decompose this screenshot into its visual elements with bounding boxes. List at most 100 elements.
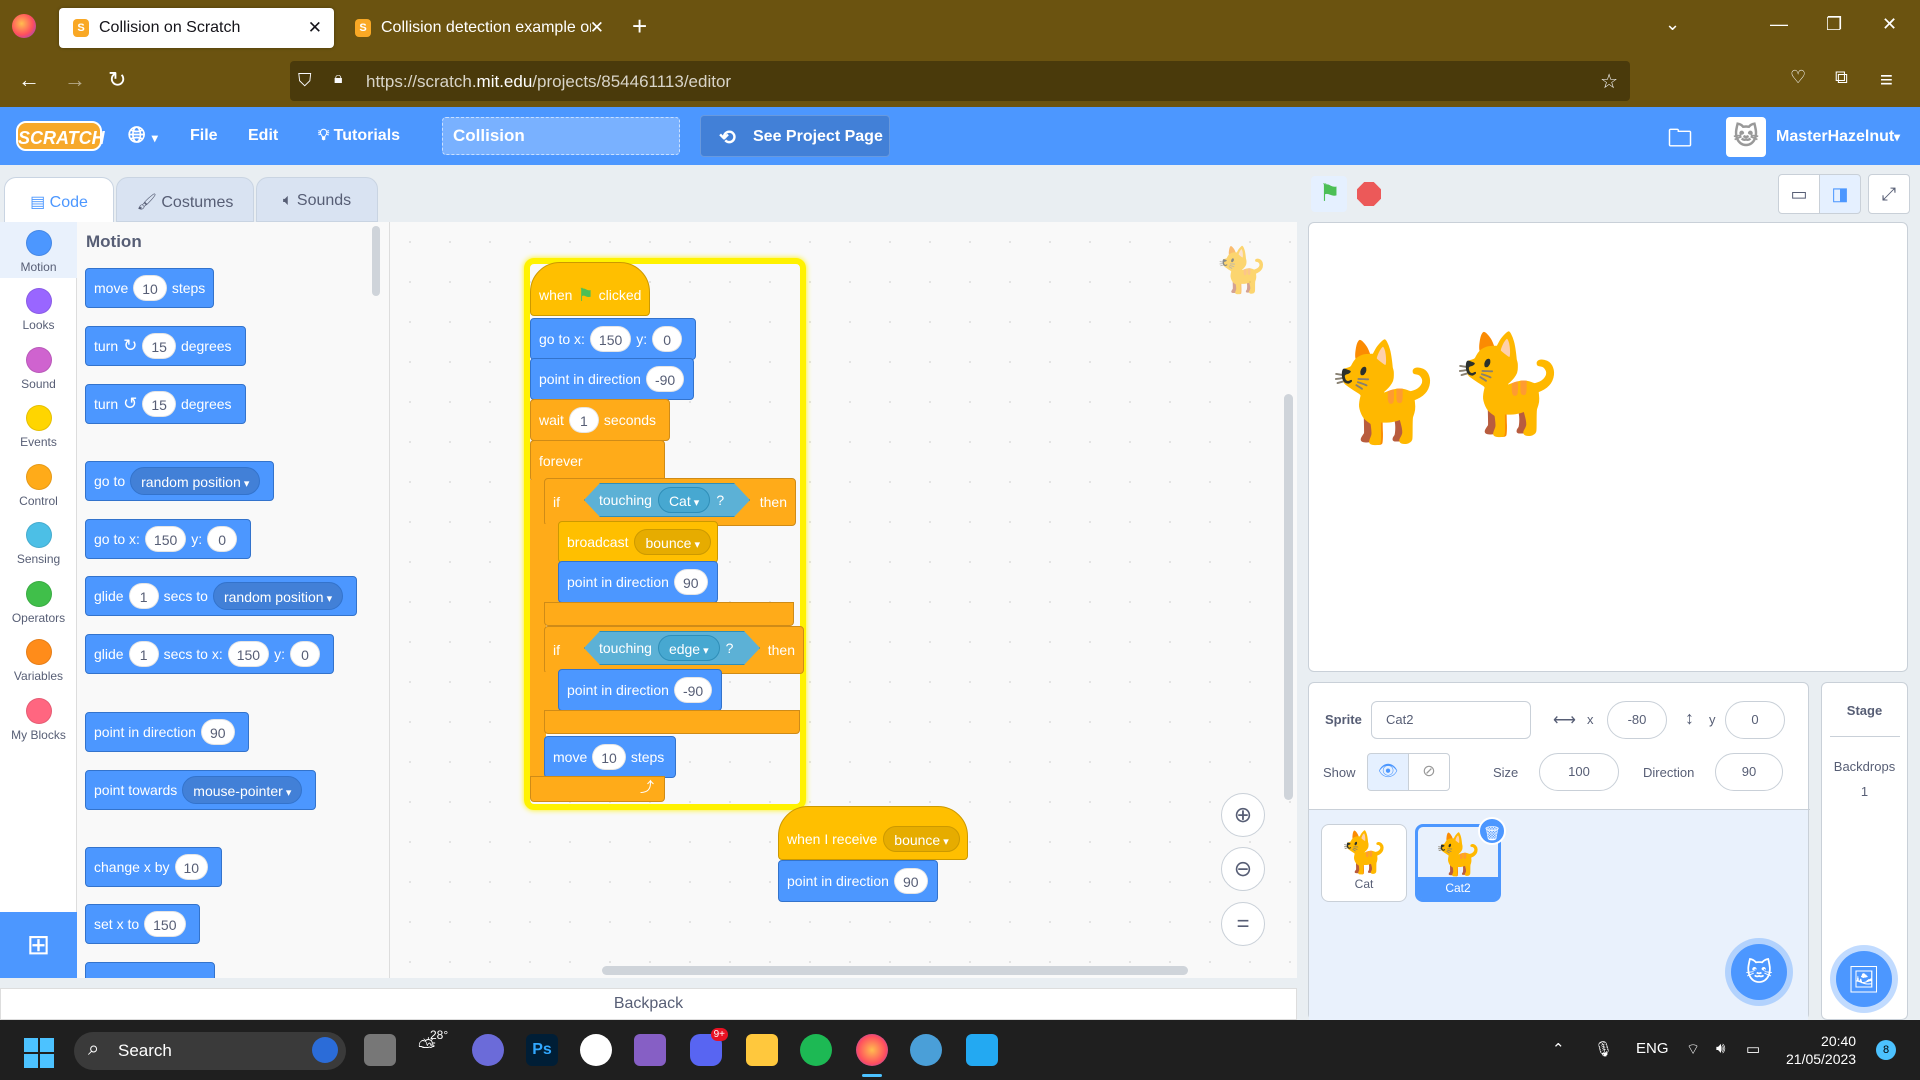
block-go-to[interactable]: go to random position	[85, 461, 275, 501]
point-in-direction-block[interactable]: point in direction -90	[530, 358, 694, 400]
message-dropdown[interactable]: bounce	[883, 826, 960, 852]
category-looks[interactable]: Looks	[0, 280, 77, 336]
close-tab-icon[interactable]: ✕	[590, 18, 604, 38]
delete-sprite-trash-icon[interactable]: 🗑︎	[1478, 817, 1506, 845]
target-dropdown[interactable]: random position	[212, 582, 344, 610]
point-in-direction-block[interactable]: point in direction -90	[558, 669, 722, 711]
y-input[interactable]: 0	[289, 641, 320, 667]
x-input[interactable]: 150	[227, 641, 270, 667]
category-operators[interactable]: Operators	[0, 573, 77, 629]
sprite-thumb-cat2[interactable]: 🐈 Cat2 🗑︎	[1415, 817, 1506, 902]
taskbar-search[interactable]: ⌕ Search	[74, 1032, 346, 1070]
stage-canvas[interactable]: 🐈 🐈	[1308, 222, 1908, 672]
normal-stage-icon[interactable]: ◨	[1819, 174, 1861, 214]
wifi-icon[interactable]: ⌔	[1686, 1040, 1700, 1059]
cat2-sprite[interactable]: 🐈	[1447, 335, 1567, 435]
block-glide-to-xy[interactable]: glide 1 secs to x: 150 y: 0	[85, 634, 334, 674]
number-input[interactable]: 10	[174, 854, 209, 880]
zoom-reset-icon[interactable]: =	[1221, 902, 1265, 946]
task-view-icon[interactable]	[364, 1034, 396, 1066]
when-i-receive-block[interactable]: when I receive bounce	[778, 806, 968, 860]
block-point-in-direction[interactable]: point in direction 90	[85, 712, 249, 752]
x-input[interactable]: 150	[589, 326, 632, 352]
paint-icon[interactable]	[910, 1034, 942, 1066]
script-horizontal-scrollbar[interactable]	[602, 966, 1188, 975]
category-control[interactable]: Control	[0, 456, 77, 512]
notification-badge[interactable]: 8	[1876, 1040, 1896, 1060]
block-glide-to[interactable]: glide 1 secs to random position	[85, 576, 358, 616]
secs-input[interactable]: 1	[128, 641, 159, 667]
show-hidden-icons-icon[interactable]: ⌃	[1552, 1040, 1565, 1058]
lock-icon[interactable]: 🔒︎	[334, 70, 343, 88]
direction-input[interactable]: 90	[893, 868, 928, 894]
menu-icon[interactable]: ≡	[1880, 67, 1893, 93]
block-change-x[interactable]: change x by 10	[85, 847, 223, 887]
category-my-blocks[interactable]: My Blocks	[0, 690, 77, 746]
direction-input[interactable]: -90	[645, 366, 685, 392]
new-tab-icon[interactable]: +	[632, 12, 647, 40]
reload-icon[interactable]: ↻	[108, 67, 126, 93]
tab-sounds[interactable]: 🔈︎ Sounds	[256, 177, 378, 222]
github-icon[interactable]	[580, 1034, 612, 1066]
block-turn-right[interactable]: turn ↻ 15 degrees	[85, 326, 246, 366]
direction-input[interactable]: 90	[1715, 753, 1783, 791]
category-motion[interactable]: Motion	[0, 222, 77, 278]
list-tabs-icon[interactable]: ⌄	[1665, 14, 1680, 35]
add-extension-button[interactable]: ⊞	[0, 912, 77, 978]
file-explorer-icon[interactable]	[746, 1034, 778, 1066]
secs-input[interactable]: 1	[128, 583, 159, 609]
zoom-in-icon[interactable]: ⊕	[1221, 793, 1265, 837]
discord-icon[interactable]: 9+	[690, 1028, 728, 1066]
number-input[interactable]: 150	[144, 911, 186, 937]
x-position-input[interactable]: -80	[1607, 701, 1667, 739]
stage-selector[interactable]: Stage Backdrops 1 🖼︎	[1821, 682, 1908, 1020]
block-point-towards[interactable]: point towards mouse-pointer	[85, 770, 317, 810]
pocket-icon[interactable]: ♡	[1790, 67, 1806, 88]
small-stage-icon[interactable]: ▭	[1778, 174, 1820, 214]
direction-input[interactable]: -90	[673, 677, 713, 703]
extensions-icon[interactable]: ⧉	[1835, 67, 1848, 88]
point-in-direction-block[interactable]: point in direction 90	[778, 860, 938, 902]
block-set-x[interactable]: set x to 150	[85, 904, 200, 944]
green-flag-button[interactable]: ⚑	[1311, 176, 1347, 212]
file-menu[interactable]: File	[190, 127, 218, 145]
browser-tab[interactable]: S Collision detection example on ✕	[341, 8, 616, 48]
message-dropdown[interactable]: bounce	[634, 529, 711, 555]
fullscreen-icon[interactable]: ⤢	[1868, 174, 1910, 214]
palette-scrollbar[interactable]	[372, 226, 380, 296]
point-in-direction-block[interactable]: point in direction 90	[558, 561, 718, 603]
backpack-bar[interactable]: Backpack	[0, 988, 1297, 1020]
shield-icon[interactable]: ⛉	[298, 70, 312, 91]
bookmark-star-icon[interactable]: ☆	[1600, 69, 1618, 94]
number-input[interactable]: 15	[142, 333, 176, 359]
restore-icon[interactable]: ❐	[1826, 14, 1842, 35]
block-move-steps[interactable]: move 10 steps	[85, 268, 215, 308]
tab-code[interactable]: ▤ Code	[4, 177, 114, 222]
windows-start-icon[interactable]	[24, 1038, 54, 1068]
broadcast-block[interactable]: broadcast bounce	[558, 521, 718, 563]
sprite-name-input[interactable]: Cat2	[1371, 701, 1531, 739]
size-input[interactable]: 100	[1539, 753, 1619, 791]
my-stuff-folder-icon[interactable]: 🗀	[1668, 121, 1692, 162]
stop-sign-icon[interactable]	[1357, 182, 1381, 206]
number-input[interactable]: 15	[142, 391, 176, 417]
touching-target-dropdown[interactable]: edge	[658, 635, 720, 661]
clock[interactable]: 20:40 21/05/2023	[1786, 1032, 1856, 1068]
target-dropdown[interactable]: mouse-pointer	[182, 776, 303, 804]
move-steps-block[interactable]: move 10 steps	[544, 736, 676, 778]
script-vertical-scrollbar[interactable]	[1284, 394, 1293, 800]
direction-input[interactable]: 90	[200, 719, 235, 745]
browser-tab-active[interactable]: S Collision on Scratch ✕	[59, 8, 334, 48]
language-indicator[interactable]: ENG	[1636, 1040, 1669, 1057]
target-dropdown[interactable]: random position	[130, 467, 261, 495]
show-visible-eye-icon[interactable]: 👁︎	[1367, 753, 1409, 791]
touching-cat-sensor[interactable]: touching Cat?	[584, 483, 750, 517]
tutorials-button[interactable]: 💡︎ Tutorials	[318, 127, 400, 145]
category-sound[interactable]: Sound	[0, 339, 77, 395]
category-sensing[interactable]: Sensing	[0, 514, 77, 570]
choose-backdrop-image-icon[interactable]: 🖼︎	[1836, 951, 1892, 1007]
visual-studio-icon[interactable]	[634, 1034, 666, 1066]
sprite-thumb-cat[interactable]: 🐈 Cat	[1321, 824, 1407, 902]
edit-menu[interactable]: Edit	[248, 127, 278, 145]
steps-input[interactable]: 10	[592, 744, 626, 770]
